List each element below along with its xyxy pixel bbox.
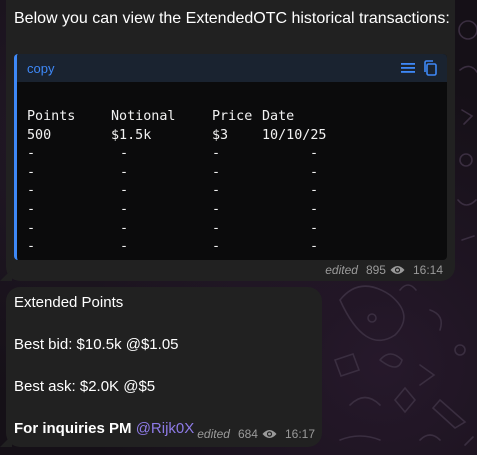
header-date: Date — [262, 109, 295, 124]
cell-date: 10/10/25 — [262, 127, 327, 143]
cell-notional: - — [120, 201, 129, 217]
best-bid-text: Best bid: $10.5k @$1.05 — [14, 336, 179, 353]
eye-icon — [390, 265, 405, 275]
code-header-row: Points Notional Price Date — [27, 108, 372, 127]
cell-date: - — [310, 201, 319, 217]
code-table: Points Notional Price Date 500 $1.5k $3 … — [27, 108, 372, 257]
cell-points: - — [27, 201, 36, 217]
user-mention-link[interactable]: @Rijk0X — [136, 420, 195, 437]
header-points: Points — [27, 109, 76, 124]
cell-date: - — [310, 220, 319, 236]
code-row: - - - - — [27, 164, 372, 183]
header-notional: Notional — [111, 109, 176, 124]
cell-price: - — [212, 146, 221, 162]
message-meta: edited 895 16:14 — [325, 263, 443, 277]
cell-notional: - — [120, 146, 129, 162]
cell-points: - — [27, 146, 36, 162]
message-bubble-extended-points[interactable]: Extended Points Best bid: $10.5k @$1.05 … — [0, 287, 322, 447]
cell-date: - — [310, 239, 319, 255]
message-intro-text: Below you can view the ExtendedOTC histo… — [14, 10, 450, 27]
view-count: 684 — [237, 427, 258, 441]
view-count: 895 — [365, 263, 386, 277]
cell-price: - — [212, 201, 221, 217]
message-meta: edited 684 16:17 — [197, 427, 315, 441]
cell-points: - — [27, 164, 36, 180]
cell-notional: $1.5k — [111, 127, 152, 143]
code-row: - - - - — [27, 145, 372, 164]
cell-notional: - — [120, 164, 129, 180]
cell-date: - — [310, 146, 319, 162]
copy-icon[interactable] — [423, 60, 437, 81]
cell-date: - — [310, 183, 319, 199]
edited-label: edited — [197, 427, 230, 441]
inquiries-line: For inquiries PM @Rijk0X — [14, 420, 194, 437]
header-price: Price — [212, 109, 253, 124]
code-row: - - - - — [27, 220, 372, 239]
code-block-header: copy — [17, 54, 447, 82]
cell-points: 500 — [27, 127, 52, 143]
cell-price: - — [212, 164, 221, 180]
cell-price: - — [212, 220, 221, 236]
eye-icon — [262, 429, 277, 439]
cell-points: - — [27, 220, 36, 236]
message-title: Extended Points — [14, 294, 124, 311]
cell-points: - — [27, 183, 36, 199]
code-row: - - - - — [27, 182, 372, 201]
cell-notional: - — [120, 220, 129, 236]
code-row: - - - - — [27, 201, 372, 220]
code-block[interactable]: copy Points Notional Price Date 500 $1.5… — [14, 54, 447, 260]
cell-notional: - — [120, 239, 129, 255]
cell-points: - — [27, 239, 36, 255]
code-copy-label[interactable]: copy — [27, 61, 54, 76]
menu-icon[interactable] — [401, 61, 415, 80]
code-row: - - - - — [27, 238, 372, 257]
code-row: 500 $1.5k $3 10/10/25 — [27, 127, 372, 146]
cell-price: - — [212, 183, 221, 199]
cell-price: - — [212, 239, 221, 255]
message-time: 16:14 — [412, 263, 443, 277]
message-bubble-transactions[interactable]: Below you can view the ExtendedOTC histo… — [0, 0, 455, 281]
edited-label: edited — [325, 263, 358, 277]
cell-date: - — [310, 164, 319, 180]
cell-price: $3 — [212, 127, 229, 143]
best-ask-text: Best ask: $2.0K @$5 — [14, 378, 156, 395]
inquiries-text: For inquiries PM — [14, 420, 132, 437]
cell-notional: - — [120, 183, 129, 199]
message-time: 16:17 — [284, 427, 315, 441]
